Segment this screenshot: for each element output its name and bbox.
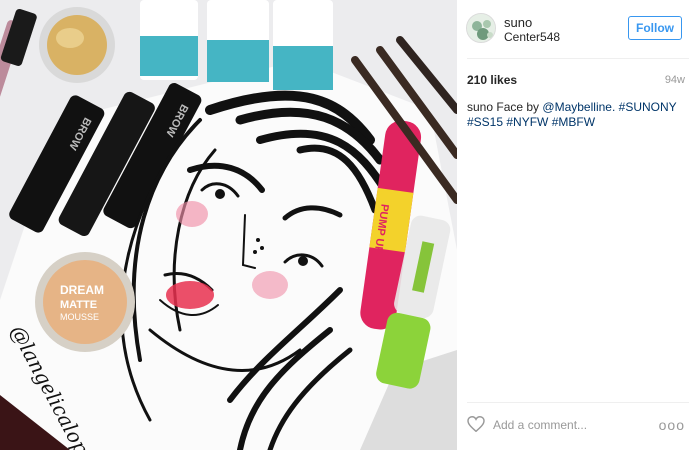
mention-link[interactable]: @Maybelline. [542, 100, 615, 114]
more-options-icon[interactable]: ooo [659, 418, 685, 432]
caption-text: Face by [496, 100, 540, 114]
avatar-icon[interactable] [466, 13, 496, 43]
username-link[interactable]: suno [504, 15, 532, 30]
follow-button[interactable]: Follow [628, 16, 682, 40]
primer-tubes [140, 0, 333, 90]
post-sidebar: suno Center548 Follow 210 likes 94w suno… [457, 0, 699, 450]
svg-text:MATTE: MATTE [60, 299, 97, 311]
location-link[interactable]: Center548 [504, 30, 560, 44]
comment-input[interactable] [493, 415, 653, 435]
makeup-illustration-photo: BROW BROW DREAM MATTE MOUSSE PUMP UP @la… [0, 0, 457, 450]
eyeshadow-pot [39, 7, 115, 83]
post-caption: suno Face by @Maybelline. #SUNONY #SS15 … [467, 100, 687, 130]
post-photo[interactable]: BROW BROW DREAM MATTE MOUSSE PUMP UP @la… [0, 0, 457, 450]
heart-icon[interactable] [467, 416, 485, 432]
caption-username[interactable]: suno [467, 100, 493, 114]
hashtag-link[interactable]: #NYFW [506, 115, 548, 129]
svg-text:DREAM: DREAM [60, 283, 104, 297]
comment-bar: ooo [457, 403, 699, 450]
likes-count[interactable]: 210 likes [467, 73, 517, 87]
post-timestamp[interactable]: 94w [665, 74, 685, 86]
post-header: suno Center548 Follow [457, 0, 699, 58]
hashtag-link[interactable]: #SS15 [467, 115, 503, 129]
hashtag-link[interactable]: #MBFW [552, 115, 595, 129]
svg-text:MOUSSE: MOUSSE [60, 312, 99, 322]
header-divider [467, 58, 689, 59]
dream-matte-mousse-jar: DREAM MATTE MOUSSE [35, 252, 135, 352]
hashtag-link[interactable]: #SUNONY [619, 100, 677, 114]
